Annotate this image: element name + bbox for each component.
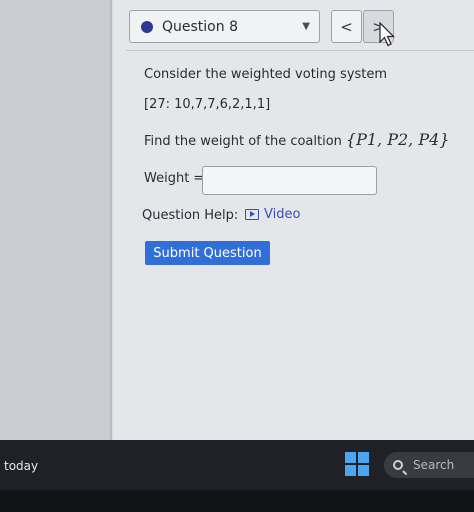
left-panel [0, 0, 112, 440]
search-icon [393, 460, 403, 470]
taskbar-search[interactable]: Search [384, 452, 474, 478]
windows-start-icon[interactable] [345, 452, 369, 476]
search-placeholder: Search [413, 458, 455, 472]
weather-widget-label[interactable]: today [4, 459, 38, 473]
status-dot-icon [141, 20, 153, 33]
problem-intro: Consider the weighted voting system [144, 67, 388, 82]
monitor-bezel [0, 490, 474, 512]
voting-system: [27: 10,7,7,6,2,1,1] [144, 97, 271, 112]
question-selector-label: Question 8 [162, 18, 238, 35]
browser-viewport: Question 8 ▼ < > Consider the weighted v… [0, 0, 474, 440]
problem-prompt-text: Find the weight of the coaltion [144, 134, 342, 149]
video-play-icon [245, 209, 259, 220]
mouse-cursor-icon [379, 22, 395, 47]
video-link-label: Video [264, 207, 301, 222]
previous-question-button[interactable]: < [331, 10, 362, 43]
video-help-link[interactable]: Video [245, 207, 300, 222]
header-divider [126, 50, 474, 51]
question-selector[interactable]: Question 8 ▼ [129, 10, 320, 43]
weight-input[interactable] [202, 166, 377, 195]
caret-down-icon: ▼ [302, 21, 310, 32]
weight-label: Weight = [144, 171, 205, 186]
question-help-label: Question Help: [142, 208, 239, 223]
coalition-math: {P1, P2, P4} [345, 130, 450, 149]
problem-prompt: Find the weight of the coaltion {P1, P2, … [144, 130, 449, 149]
panel-edge [110, 0, 112, 440]
submit-question-button[interactable]: Submit Question [145, 241, 270, 265]
